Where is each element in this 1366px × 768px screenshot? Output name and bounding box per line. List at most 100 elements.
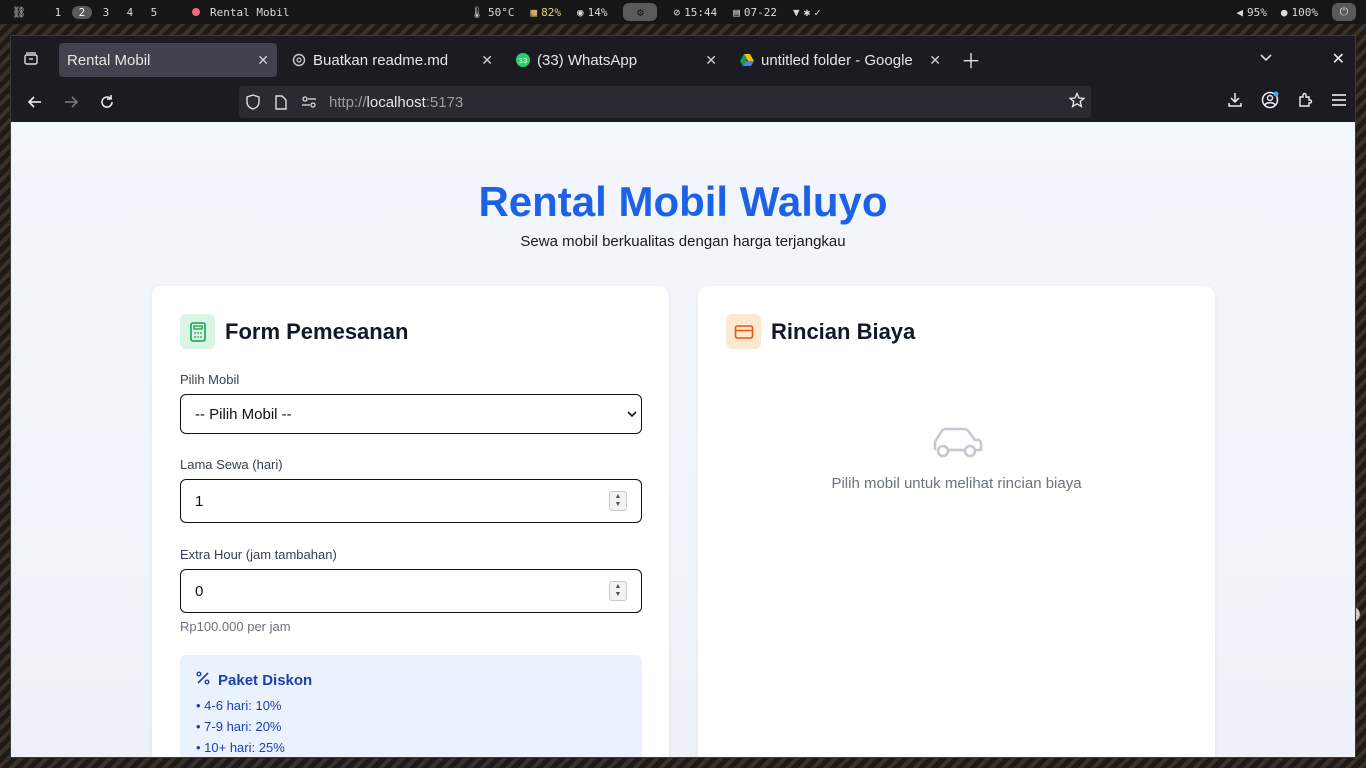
workspace-1[interactable]: 1 bbox=[48, 6, 68, 19]
days-label: Lama Sewa (hari) bbox=[180, 457, 283, 472]
forward-arrow-icon[interactable] bbox=[53, 94, 89, 110]
reload-icon[interactable] bbox=[89, 94, 125, 110]
shield-icon[interactable] bbox=[239, 94, 267, 110]
launcher-icon[interactable]: ⛓ bbox=[12, 6, 26, 19]
car-select[interactable]: -- Pilih Mobil -- bbox=[180, 394, 642, 434]
page-title: Rental Mobil Waluyo bbox=[478, 178, 888, 225]
tray-icons: ▼ ✱ ✓ bbox=[793, 6, 821, 19]
calendar-icon: ▤ bbox=[733, 5, 740, 19]
tab-google-drive[interactable]: untitled folder - Google ✕ bbox=[731, 43, 949, 77]
chatgpt-icon bbox=[291, 52, 307, 68]
new-tab-icon[interactable]: ＋ bbox=[961, 45, 981, 74]
days-input[interactable]: 1 ▲ ▼ bbox=[180, 479, 642, 523]
tab-title: Buatkan readme.md bbox=[313, 51, 449, 69]
tab-bar: Rental Mobil ✕ Buatkan readme.md ✕ 33 (3… bbox=[11, 36, 1355, 82]
date-indicator: ▤ 07-22 bbox=[733, 6, 777, 19]
workspace-2[interactable]: 2 bbox=[71, 5, 92, 19]
active-window-title: Rental Mobil bbox=[209, 5, 290, 19]
bluetooth-icon[interactable]: ✱ bbox=[804, 6, 811, 19]
download-icon[interactable] bbox=[1227, 92, 1243, 113]
calculator-icon bbox=[180, 314, 215, 349]
eye-off-icon: ⊘ bbox=[673, 5, 681, 19]
settings-gear-icon[interactable]: ⚙ bbox=[623, 3, 658, 21]
url-port: :5173 bbox=[425, 93, 464, 111]
discount-header: Paket Diskon bbox=[196, 671, 312, 689]
brightness-indicator[interactable]: ● 100% bbox=[1281, 6, 1318, 19]
car-select-value: -- Pilih Mobil -- bbox=[195, 405, 292, 423]
form-header: Form Pemesanan bbox=[180, 314, 408, 349]
tab-close-icon[interactable]: ✕ bbox=[929, 52, 941, 69]
volume-indicator[interactable]: ◀ 95% bbox=[1236, 6, 1267, 19]
whatsapp-icon: 33 bbox=[515, 52, 531, 68]
car-icon bbox=[929, 427, 985, 466]
check-icon[interactable]: ✓ bbox=[814, 6, 821, 19]
discount-item: • 10+ hari: 25% bbox=[196, 740, 285, 755]
empty-state-text: Pilih mobil untuk melihat rincian biaya bbox=[831, 475, 1082, 492]
tab-title: untitled folder - Google bbox=[761, 51, 913, 69]
days-value: 1 bbox=[195, 492, 204, 510]
clock: ⊘ 15:44 bbox=[673, 6, 717, 19]
page-icon[interactable] bbox=[267, 94, 295, 110]
url-scheme: http:// bbox=[329, 93, 367, 111]
chevron-down-icon[interactable] bbox=[1259, 50, 1273, 68]
tab-rental-mobil[interactable]: Rental Mobil ✕ bbox=[59, 43, 277, 77]
car-select-label: Pilih Mobil bbox=[180, 372, 240, 387]
tab-list-icon[interactable] bbox=[11, 51, 51, 67]
cpu-icon: ◉ bbox=[576, 5, 584, 19]
empty-state: Pilih mobil untuk melihat rincian biaya bbox=[698, 422, 1215, 492]
workspace-3[interactable]: 3 bbox=[96, 6, 116, 19]
temperature-value: 50°C bbox=[487, 5, 515, 19]
date-value: 07-22 bbox=[743, 5, 777, 19]
percent-icon bbox=[196, 671, 210, 689]
speaker-icon: ◀ bbox=[1236, 5, 1243, 19]
tab-close-icon[interactable]: ✕ bbox=[481, 52, 493, 69]
clock-time: 15:44 bbox=[684, 5, 718, 19]
credit-card-icon bbox=[726, 314, 761, 349]
permissions-icon[interactable] bbox=[295, 96, 323, 108]
memory-icon: ▦ bbox=[530, 5, 538, 19]
cost-details-card: Rincian Biaya Pilih mobil untuk melihat … bbox=[698, 286, 1215, 757]
menu-hamburger-icon[interactable] bbox=[1331, 93, 1347, 112]
extra-hour-stepper[interactable]: ▲ ▼ bbox=[609, 581, 627, 601]
extra-hour-label: Extra Hour (jam tambahan) bbox=[180, 547, 337, 562]
tab-readme[interactable]: Buatkan readme.md ✕ bbox=[283, 43, 501, 77]
brightness-icon: ● bbox=[1280, 5, 1288, 19]
workspace-4[interactable]: 4 bbox=[120, 6, 140, 19]
wifi-icon[interactable]: ▼ bbox=[793, 6, 800, 19]
url-text: http://localhost:5173 bbox=[329, 94, 463, 111]
page-subtitle: Sewa mobil berkualitas dengan harga terj… bbox=[520, 233, 846, 250]
thermometer-icon: 🌡 bbox=[470, 5, 484, 19]
tab-whatsapp[interactable]: 33 (33) WhatsApp ✕ bbox=[507, 43, 725, 77]
window-close-icon[interactable]: ✕ bbox=[1332, 49, 1345, 69]
days-stepper[interactable]: ▲ ▼ bbox=[609, 491, 627, 511]
cpu-value: 14% bbox=[587, 5, 608, 19]
google-drive-icon bbox=[739, 52, 755, 68]
extra-hour-input[interactable]: 0 ▲ ▼ bbox=[180, 569, 642, 613]
workspace-5[interactable]: 5 bbox=[144, 6, 164, 19]
workspace-switcher: ⛓ 1 2 3 4 5 Rental Mobil bbox=[6, 5, 290, 19]
memory-value: 82% bbox=[541, 5, 561, 19]
volume-value: 95% bbox=[1247, 5, 1267, 19]
tab-title: Rental Mobil bbox=[67, 51, 151, 69]
power-icon[interactable]: ⏻ bbox=[1332, 3, 1356, 21]
page-content: Rental Mobil Waluyo Sewa mobil berkualit… bbox=[11, 122, 1355, 757]
url-host: localhost bbox=[366, 93, 426, 111]
account-icon[interactable] bbox=[1261, 91, 1279, 114]
back-arrow-icon[interactable] bbox=[17, 94, 53, 110]
temperature-indicator: 🌡 50°C bbox=[470, 6, 514, 19]
bookmark-star-icon[interactable] bbox=[1068, 91, 1086, 112]
tab-close-icon[interactable]: ✕ bbox=[257, 52, 269, 69]
extra-hour-value: 0 bbox=[195, 582, 204, 600]
system-bar: ⛓ 1 2 3 4 5 Rental Mobil 🌡 50°C ▦ 82% ◉ 14%… bbox=[0, 0, 1366, 24]
booking-form-card: Form Pemesanan Pilih Mobil -- Pilih Mobi… bbox=[152, 286, 669, 757]
extensions-icon[interactable] bbox=[1297, 92, 1313, 113]
address-bar[interactable]: http://localhost:5173 bbox=[239, 86, 1091, 118]
tab-title: (33) WhatsApp bbox=[537, 51, 638, 69]
system-status-center: 🌡 50°C ▦ 82% ◉ 14% ⚙ ⊘ 15:44 ▤ 07-22 ▼ ✱ ✓ bbox=[470, 3, 821, 21]
navigation-bar: http://localhost:5173 bbox=[11, 82, 1355, 122]
cost-heading: Rincian Biaya bbox=[771, 318, 916, 344]
extra-hour-hint: Rp100.000 per jam bbox=[180, 619, 291, 634]
tab-close-icon[interactable]: ✕ bbox=[705, 52, 717, 69]
browser-window: Rental Mobil ✕ Buatkan readme.md ✕ 33 (3… bbox=[10, 35, 1356, 758]
memory-indicator: ▦ 82% bbox=[530, 6, 561, 19]
